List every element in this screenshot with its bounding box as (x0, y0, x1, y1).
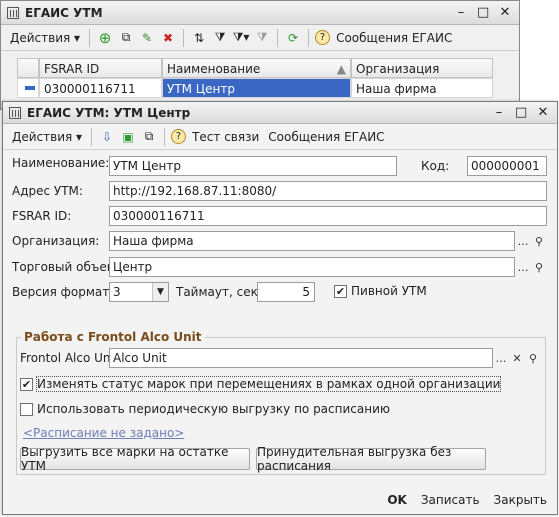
app-icon (7, 6, 19, 19)
name-label: Наименование: (12, 156, 110, 170)
cell-org: Наша фирма (351, 78, 493, 98)
filter-off-icon[interactable]: ⧩ (253, 29, 271, 47)
close-icon[interactable]: ✕ (499, 5, 511, 20)
frontol-unit-label: Frontol Alco Unit: (20, 351, 123, 365)
select-button[interactable]: … (515, 232, 531, 250)
delete-icon[interactable]: ✖ (159, 29, 177, 47)
format-label: Версия формата: (12, 285, 121, 299)
save-button[interactable]: Записать (421, 493, 480, 507)
name-field[interactable]: УТМ Центр (109, 156, 397, 176)
fsrar-label: FSRAR ID: (12, 209, 72, 223)
row-icon (17, 78, 39, 98)
filter-list-icon[interactable]: ⧩▾ (232, 29, 250, 47)
column-header-fsrar[interactable]: FSRAR ID (39, 58, 162, 78)
close-icon[interactable]: ✕ (537, 105, 549, 120)
periodic-upload-checkbox[interactable] (20, 402, 33, 416)
open-icon[interactable]: ⚲ (531, 258, 547, 276)
change-status-checkbox[interactable]: ✔ (20, 377, 33, 391)
column-header-name[interactable]: Наименование ▲ (162, 58, 351, 78)
minimize-icon[interactable]: – (493, 105, 505, 120)
open-icon[interactable]: ⚲ (531, 232, 547, 250)
periodic-upload-label: Использовать периодическую выгрузку по р… (37, 402, 390, 416)
schedule-link[interactable]: <Расписание не задано> (23, 426, 184, 440)
frontol-group-title: Работа с Frontol Alco Unit (21, 330, 205, 344)
upload-all-button[interactable]: Выгрузить все марки на остатке УТМ (20, 445, 250, 473)
organization-field[interactable]: Наша фирма (109, 231, 515, 251)
code-label: Код: (421, 159, 450, 173)
test-connection-button[interactable]: Тест связи (189, 130, 262, 144)
copy-icon[interactable]: ⧉ (140, 128, 158, 146)
beer-utm-checkbox[interactable]: ✔ (334, 284, 347, 298)
egais-messages-button[interactable]: Сообщения ЕГАИС (333, 31, 455, 45)
sort-icon[interactable]: ⇅ (190, 29, 208, 47)
cell-fsrar: 030000116711 (39, 78, 162, 98)
list-window-titlebar: ЕГАИС УТМ – □ ✕ (1, 1, 519, 25)
maximize-icon[interactable]: □ (515, 105, 527, 120)
egais-messages-button[interactable]: Сообщения ЕГАИС (265, 130, 387, 144)
help-icon[interactable]: ? (315, 30, 331, 45)
select-button[interactable]: … (493, 349, 509, 367)
chevron-down-icon[interactable]: ▼ (152, 283, 168, 301)
actions-menu[interactable]: Действия ▾ (9, 130, 85, 144)
organization-label: Организация: (12, 234, 100, 248)
clear-icon[interactable]: ✕ (509, 349, 525, 367)
form-window-title: ЕГАИС УТМ: УТМ Центр (27, 105, 191, 120)
change-status-label: Изменять статус марок при перемещениях в… (35, 376, 502, 392)
refresh-icon[interactable]: ⟳ (284, 29, 302, 47)
address-label: Адрес УТМ: (12, 184, 83, 198)
column-header-org[interactable]: Организация (351, 58, 493, 78)
list-window: ЕГАИС УТМ – □ ✕ Действия ▾ ⊕ ⧉ ✎ ✖ ⇅ ⧩ ⧩… (0, 0, 520, 110)
copy-icon[interactable]: ⧉ (117, 29, 135, 47)
maximize-icon[interactable]: □ (477, 5, 489, 20)
shop-field[interactable]: Центр (109, 257, 515, 277)
fsrar-field[interactable]: 030000116711 (109, 206, 547, 226)
list-window-title: ЕГАИС УТМ (25, 5, 103, 20)
edit-icon[interactable]: ✎ (138, 29, 156, 47)
save-icon[interactable]: ▣ (119, 128, 137, 146)
minimize-icon[interactable]: – (455, 5, 467, 20)
select-button[interactable]: … (515, 258, 531, 276)
help-icon[interactable]: ? (171, 129, 187, 144)
ok-button[interactable]: OK (387, 493, 407, 507)
code-field[interactable]: 000000001 (467, 156, 547, 176)
form-window-titlebar: ЕГАИС УТМ: УТМ Центр – □ ✕ (3, 102, 557, 124)
cell-name: УТМ Центр (162, 78, 351, 98)
timeout-field[interactable]: 5 (257, 282, 315, 302)
timeout-label: Таймаут, сек.: (176, 285, 266, 299)
filter-icon[interactable]: ⧩ (211, 29, 229, 47)
form-toolbar: Действия ▾ ⇩ ▣ ⧉ ? Тест связи Сообщения … (3, 124, 557, 150)
frontol-unit-field[interactable]: Alco Unit (109, 348, 493, 368)
open-icon[interactable]: ⚲ (525, 349, 541, 367)
beer-utm-label: Пивной УТМ (351, 284, 427, 298)
actions-menu[interactable]: Действия ▾ (7, 31, 83, 45)
list-table-header: FSRAR ID Наименование ▲ Организация (17, 58, 493, 78)
app-icon (9, 106, 21, 119)
form-footer: OK Записать Закрыть (3, 486, 557, 514)
table-row[interactable]: 030000116711 УТМ Центр Наша фирма (17, 78, 493, 98)
form-window: ЕГАИС УТМ: УТМ Центр – □ ✕ Действия ▾ ⇩ … (2, 101, 558, 515)
close-button[interactable]: Закрыть (494, 493, 547, 507)
address-field[interactable]: http://192.168.87.11:8080/ (109, 181, 547, 201)
list-toolbar: Действия ▾ ⊕ ⧉ ✎ ✖ ⇅ ⧩ ⧩▾ ⧩ ⟳ ? Сообщени… (1, 25, 519, 51)
add-icon[interactable]: ⊕ (96, 29, 114, 47)
save-close-icon[interactable]: ⇩ (98, 128, 116, 146)
force-upload-button[interactable]: Принудительная выгрузка без расписания (256, 445, 486, 473)
